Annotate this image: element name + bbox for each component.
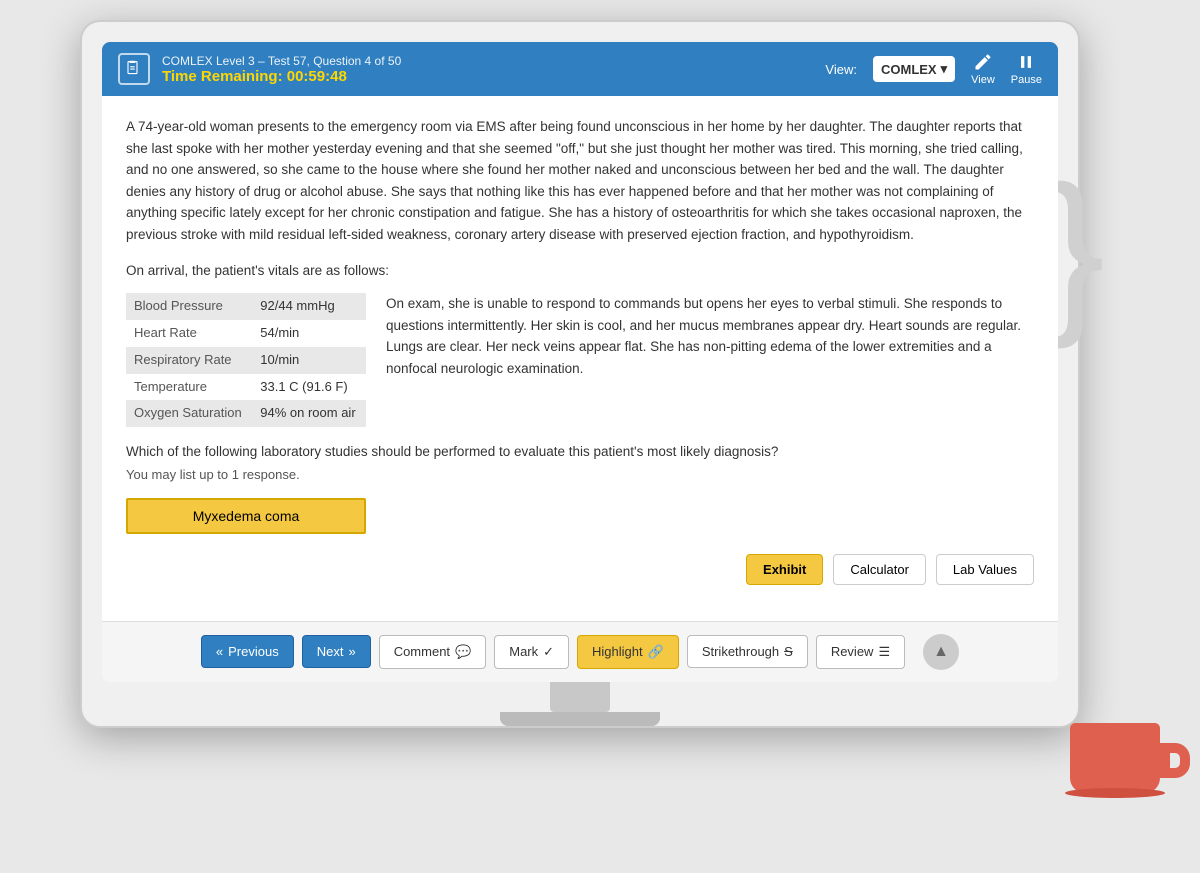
test-info: COMLEX Level 3 – Test 57, Question 4 of … [162, 54, 401, 68]
vital-label-4: Temperature [126, 374, 252, 401]
response-limit: You may list up to 1 response. [126, 465, 1034, 486]
vital-value-4: 33.1 C (91.6 F) [252, 374, 366, 401]
vital-label-3: Respiratory Rate [126, 347, 252, 374]
table-row: Respiratory Rate 10/min [126, 347, 366, 374]
view-dropdown[interactable]: COMLEX ▾ [873, 56, 955, 82]
strikethrough-icon: S [784, 644, 793, 659]
previous-label: Previous [228, 644, 279, 659]
vital-value-3: 10/min [252, 347, 366, 374]
table-row: Blood Pressure 92/44 mmHg [126, 293, 366, 320]
view-dropdown-value: COMLEX [881, 62, 937, 77]
header-info: COMLEX Level 3 – Test 57, Question 4 of … [162, 54, 401, 85]
vital-value-5: 94% on room air [252, 400, 366, 427]
vitals-table: Blood Pressure 92/44 mmHg Heart Rate 54/… [126, 293, 366, 427]
lab-values-button[interactable]: Lab Values [936, 554, 1034, 585]
bottom-nav: « Previous Next » Comment 💬 Mark ✓ Highl… [102, 621, 1058, 682]
review-label: Review [831, 644, 874, 659]
comment-button[interactable]: Comment 💬 [379, 635, 487, 669]
strikethrough-label: Strikethrough [702, 644, 779, 659]
dropdown-arrow-icon: ▾ [941, 61, 948, 77]
view-btn-label: View [971, 74, 995, 86]
scroll-up-button[interactable]: ▲ [923, 634, 959, 670]
stand-neck [550, 682, 610, 712]
table-row: Heart Rate 54/min [126, 320, 366, 347]
cup-body [1070, 723, 1160, 793]
highlight-label: Highlight [592, 644, 643, 659]
pause-button[interactable]: Pause [1011, 52, 1042, 86]
next-label: Next [317, 644, 344, 659]
vital-label-2: Heart Rate [126, 320, 252, 347]
header-left: COMLEX Level 3 – Test 57, Question 4 of … [118, 53, 401, 85]
exam-text: On exam, she is unable to respond to com… [386, 293, 1034, 427]
header-right: View: COMLEX ▾ View Pause [825, 52, 1042, 86]
exhibit-button[interactable]: Exhibit [746, 554, 823, 585]
highlight-button[interactable]: Highlight 🔗 [577, 635, 679, 669]
previous-button[interactable]: « Previous [201, 635, 294, 668]
review-icon: ☰ [878, 644, 890, 660]
vital-value-2: 54/min [252, 320, 366, 347]
test-icon [118, 53, 150, 85]
content-area: A 74-year-old woman presents to the emer… [102, 96, 1058, 621]
table-row: Temperature 33.1 C (91.6 F) [126, 374, 366, 401]
view-label: View: [825, 62, 857, 77]
comment-label: Comment [394, 644, 450, 659]
question-text: Which of the following laboratory studie… [126, 441, 1034, 463]
mark-label: Mark [509, 644, 538, 659]
previous-icon: « [216, 644, 223, 659]
coffee-cup [1070, 703, 1170, 793]
cup-handle [1160, 743, 1190, 778]
mark-icon: ✓ [543, 644, 554, 660]
vital-value-1: 92/44 mmHg [252, 293, 366, 320]
bottom-buttons-row: Exhibit Calculator Lab Values [126, 554, 1034, 601]
review-button[interactable]: Review ☰ [816, 635, 905, 669]
highlight-icon: 🔗 [648, 644, 664, 660]
comment-icon: 💬 [455, 644, 471, 660]
next-icon: » [348, 644, 355, 659]
view-button[interactable]: View [971, 52, 995, 86]
scroll-up-icon: ▲ [933, 643, 949, 661]
calculator-button[interactable]: Calculator [833, 554, 926, 585]
cup-saucer [1065, 788, 1165, 798]
vitals-exam-row: Blood Pressure 92/44 mmHg Heart Rate 54/… [126, 293, 1034, 427]
strikethrough-button[interactable]: Strikethrough S [687, 635, 808, 668]
screen: COMLEX Level 3 – Test 57, Question 4 of … [102, 42, 1058, 682]
mark-button[interactable]: Mark ✓ [494, 635, 569, 669]
monitor-shell: COMLEX Level 3 – Test 57, Question 4 of … [80, 20, 1080, 728]
vitals-intro: On arrival, the patient's vitals are as … [126, 260, 1034, 282]
case-text: A 74-year-old woman presents to the emer… [126, 116, 1034, 246]
answer-box: Myxedema coma [126, 498, 366, 534]
table-row: Oxygen Saturation 94% on room air [126, 400, 366, 427]
next-button[interactable]: Next » [302, 635, 371, 668]
vital-label-5: Oxygen Saturation [126, 400, 252, 427]
vital-label-1: Blood Pressure [126, 293, 252, 320]
monitor-stand [102, 682, 1058, 726]
stand-base [500, 712, 660, 726]
pause-btn-label: Pause [1011, 74, 1042, 86]
time-remaining: Time Remaining: 00:59:48 [162, 68, 401, 85]
header-bar: COMLEX Level 3 – Test 57, Question 4 of … [102, 42, 1058, 96]
answer-option-myxedema[interactable]: Myxedema coma [126, 498, 366, 534]
